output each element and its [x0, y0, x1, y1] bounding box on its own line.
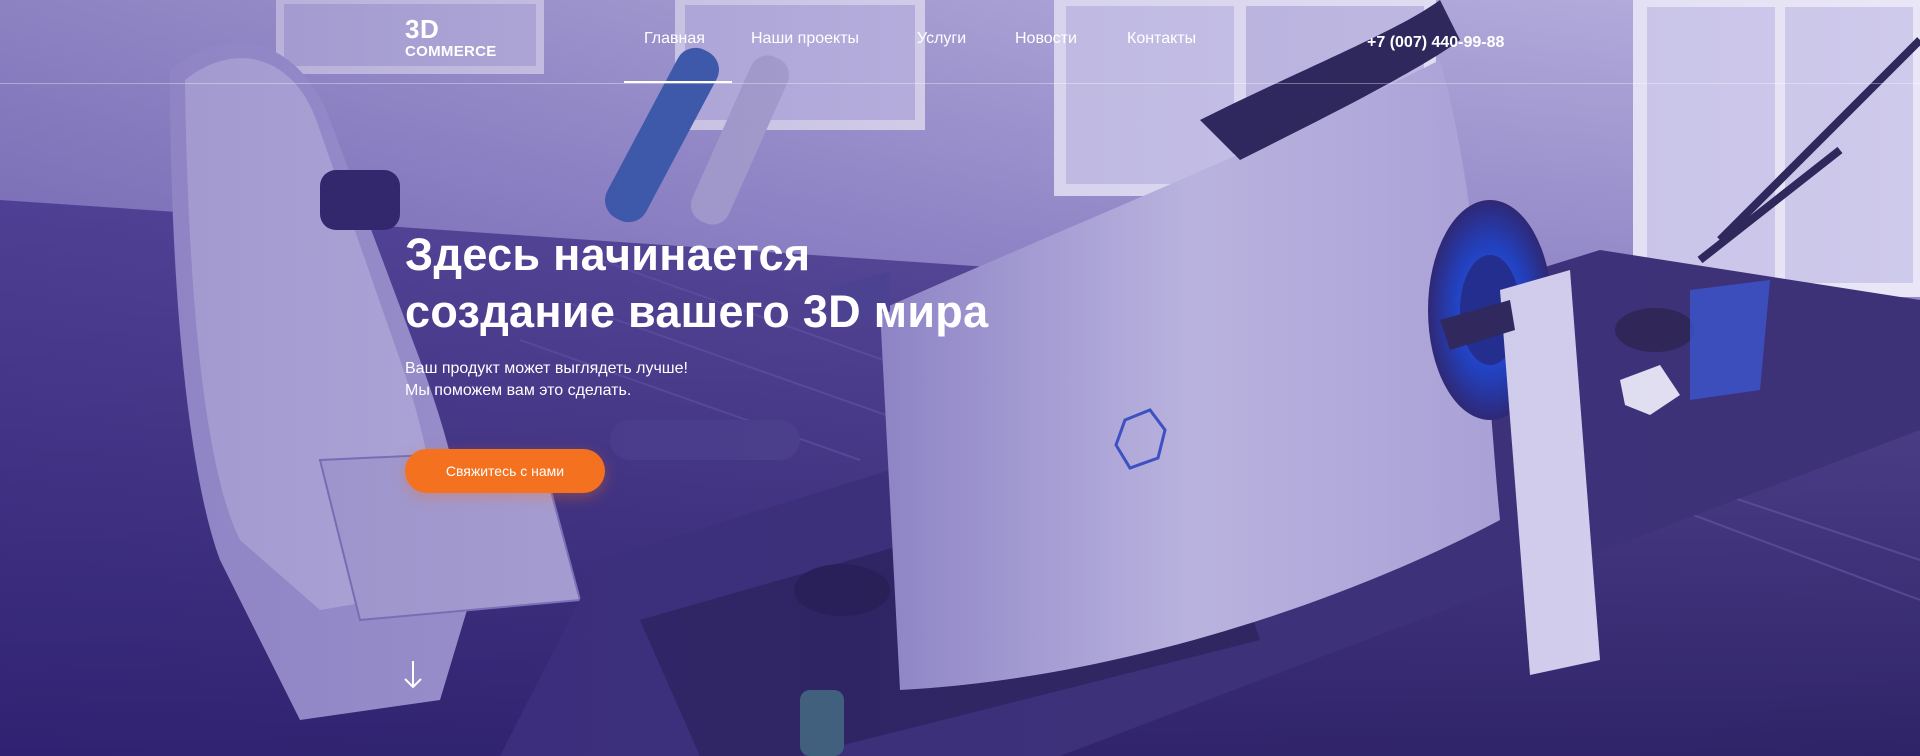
arrow-down-icon[interactable]: [402, 659, 424, 691]
hero-title-line-1: Здесь начинается: [405, 229, 811, 280]
hero-title-line-2: создание вашего 3D мира: [405, 286, 989, 337]
logo-main-text: 3D: [405, 14, 440, 44]
nav-item-news[interactable]: Новости: [1015, 30, 1077, 48]
hero-subtitle: Ваш продукт может выглядеть лучше! Мы по…: [405, 358, 688, 402]
nav-item-projects[interactable]: Наши проекты: [751, 30, 859, 48]
logo-sub-text: COMMERCE: [405, 43, 497, 60]
phone-link[interactable]: +7 (007) 440-99-88: [1367, 34, 1504, 52]
nav-item-home[interactable]: Главная: [644, 30, 705, 48]
site-logo[interactable]: 3D COMMERCE: [405, 16, 497, 59]
site-header: 3D COMMERCE Главная Наши проекты Услуги …: [0, 0, 1920, 84]
hero-background-image: [0, 0, 1920, 756]
nav-item-contacts[interactable]: Контакты: [1127, 30, 1196, 48]
contact-us-button[interactable]: Свяжитесь с нами: [405, 449, 605, 493]
hero-title: Здесь начинается создание вашего 3D мира: [405, 226, 988, 340]
nav-item-services[interactable]: Услуги: [917, 30, 966, 48]
nav-active-indicator: [624, 81, 732, 83]
hero-subtitle-line-2: Мы поможем вам это сделать.: [405, 382, 632, 399]
hero-section: 3D COMMERCE Главная Наши проекты Услуги …: [0, 0, 1920, 756]
hero-subtitle-line-1: Ваш продукт может выглядеть лучше!: [405, 360, 688, 377]
